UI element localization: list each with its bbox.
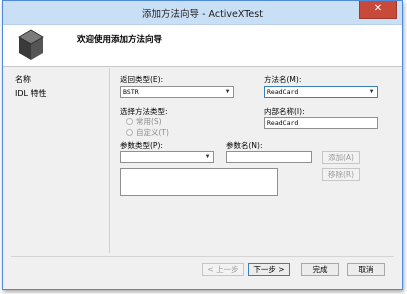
close-button[interactable]: ✕ [359,1,397,19]
internal-name-value: ReadCard [267,119,299,127]
finish-button[interactable]: 完成 [301,263,339,276]
radio-stock[interactable]: 常用(S) [126,116,162,127]
chevron-down-icon[interactable]: ▼ [367,88,376,96]
banner-title: 欢迎使用添加方法向导 [77,35,163,45]
next-button[interactable]: 下一步 > [248,263,290,276]
radio-custom[interactable]: 自定义(T) [126,127,169,138]
internal-name-field[interactable]: ReadCard [264,117,378,129]
add-parameter-button[interactable]: 添加(A) [322,151,360,164]
return-type-combo[interactable]: BSTR ▼ [120,86,234,98]
parameter-list[interactable] [120,168,278,196]
radio-custom-label: 自定义(T) [136,128,169,137]
title-bar[interactable]: 添加方法向导 - ActiveXTest ✕ [3,1,402,25]
close-icon: ✕ [373,3,383,14]
param-name-label: 参数名(N): [226,141,263,150]
remove-parameter-button[interactable]: 移除(R) [322,168,360,181]
cancel-button[interactable]: 取消 [347,263,385,276]
chevron-down-icon[interactable]: ▼ [203,153,212,161]
window-title: 添加方法向导 - ActiveXTest [142,9,263,20]
wizard-content: 返回类型(E): BSTR ▼ 方法名(M): ReadCard ▼ 选择方法类… [109,68,387,253]
footer-divider [11,256,394,257]
method-name-label: 方法名(M): [264,75,302,84]
param-type-label: 参数类型(P): [120,141,163,150]
sidebar-item-idl-attributes[interactable]: IDL 特性 [11,87,101,101]
wizard-sidebar: 名称 IDL 特性 [11,73,101,101]
wizard-banner: 欢迎使用添加方法向导 [3,25,402,67]
radio-icon [126,118,133,125]
radio-stock-label: 常用(S) [136,117,162,126]
chevron-down-icon[interactable]: ▼ [223,88,232,96]
internal-name-label: 内部名称(I): [264,107,305,116]
method-name-value: ReadCard [267,88,299,96]
param-type-combo[interactable]: ▼ [120,151,214,163]
return-type-label: 返回类型(E): [120,75,164,84]
return-type-value: BSTR [123,88,139,96]
radio-icon [126,129,133,136]
wizard-window: 添加方法向导 - ActiveXTest ✕ 欢迎使用添加方法向导 名称 IDL… [2,0,403,290]
param-name-field[interactable] [226,151,312,163]
sidebar-item-name[interactable]: 名称 [11,73,101,87]
back-button[interactable]: < 上一步 [202,263,244,276]
method-name-combo[interactable]: ReadCard ▼ [264,86,378,98]
cube-icon [18,29,44,60]
